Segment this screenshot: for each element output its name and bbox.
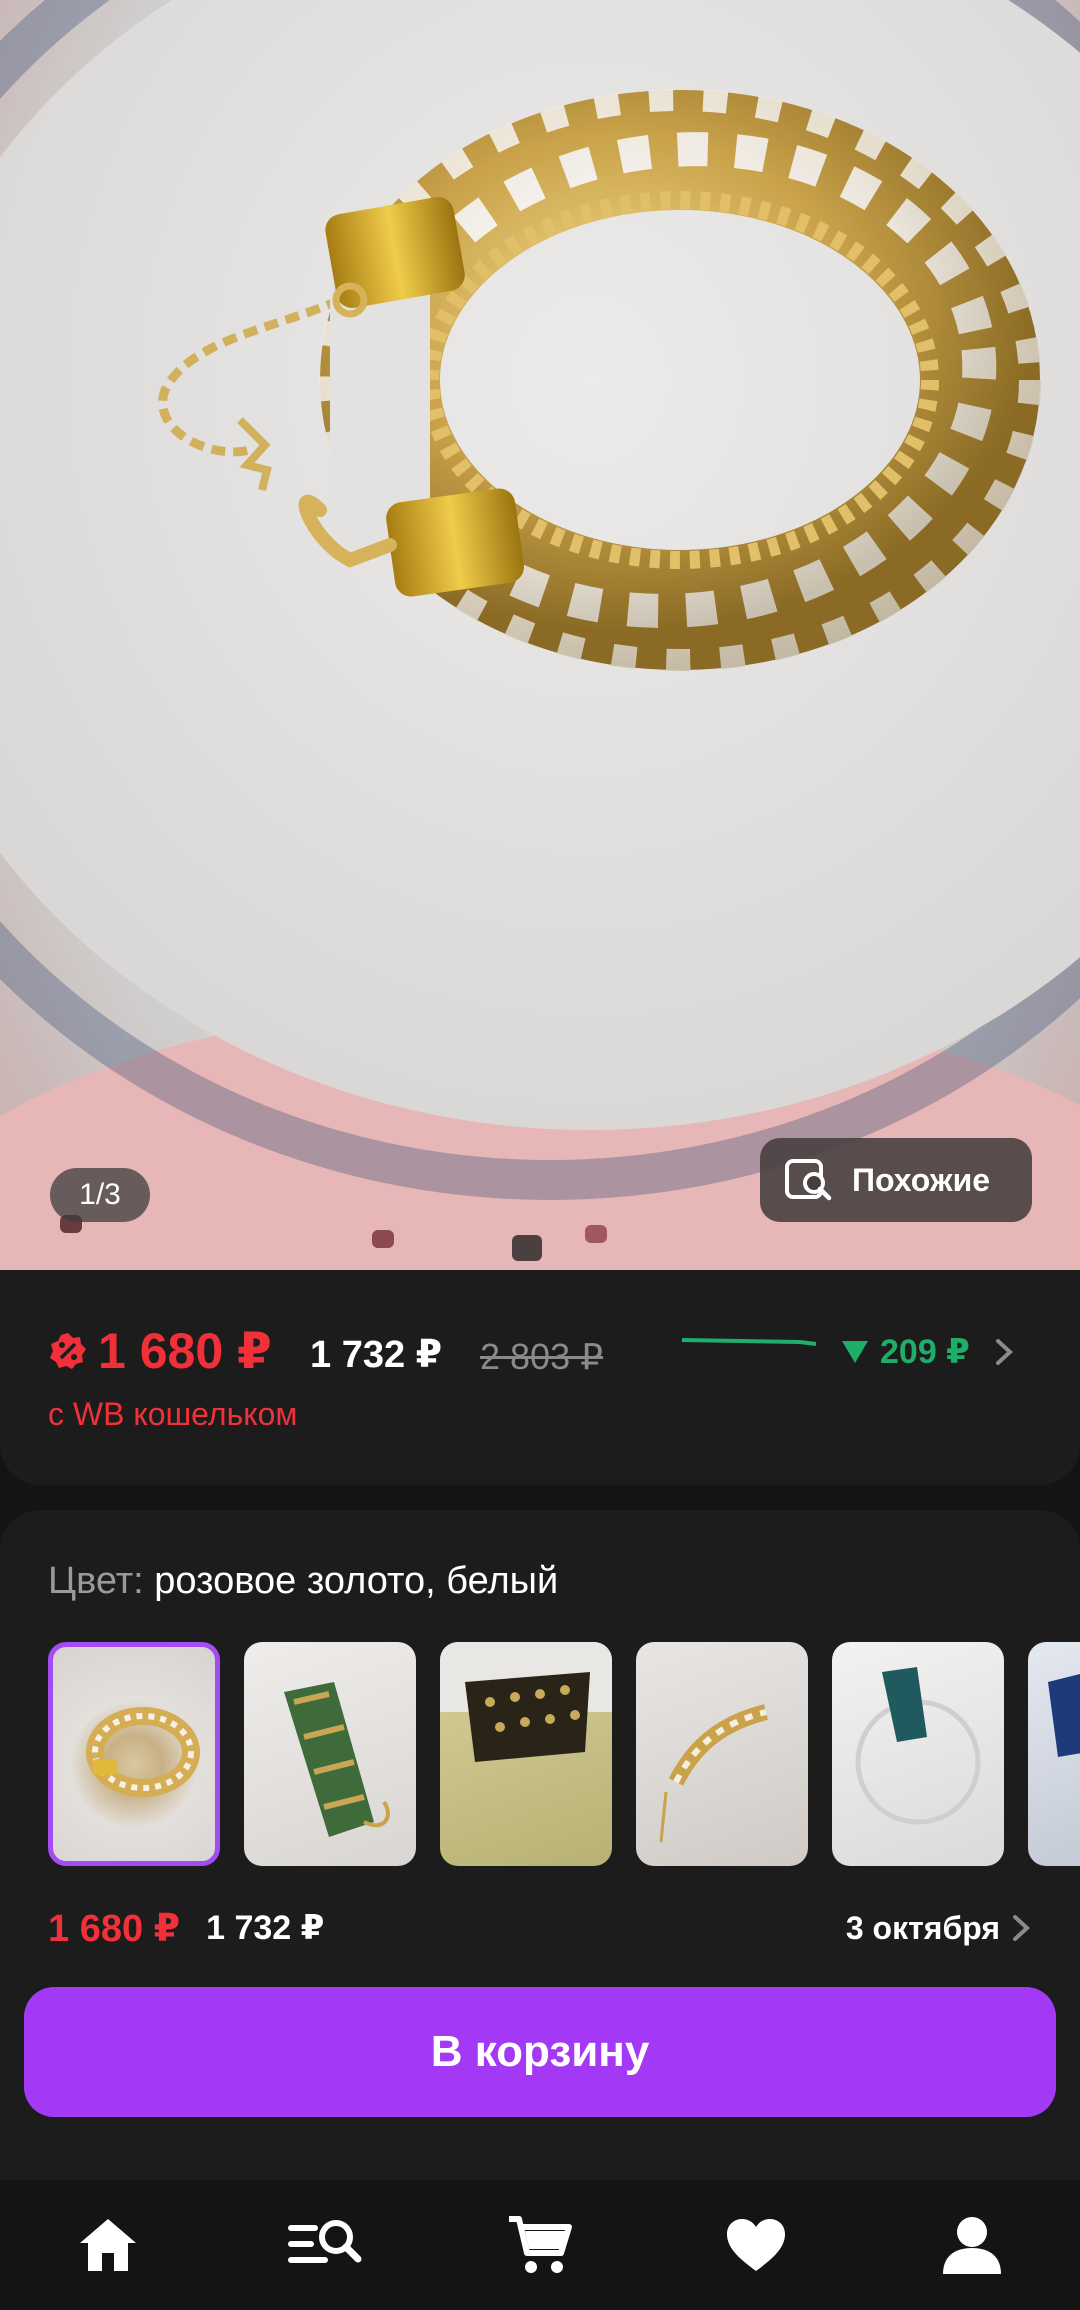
color-key: Цвет: bbox=[48, 1560, 144, 1602]
product-image-gallery[interactable]: 1/3 Похожие bbox=[0, 0, 1080, 1270]
variant-thumb-partial[interactable] bbox=[1028, 1642, 1080, 1866]
nav-cart[interactable] bbox=[480, 2195, 600, 2295]
add-to-cart-button[interactable]: В корзину bbox=[24, 1987, 1056, 2117]
variant-thumb[interactable] bbox=[244, 1642, 416, 1866]
nav-home[interactable] bbox=[48, 2195, 168, 2295]
color-line: Цвет: розовое золото, белый bbox=[48, 1560, 558, 1603]
price-card[interactable]: 1 680 ₽ 1 732 ₽ 2 803 ₽ с WB кошельком 2… bbox=[0, 1270, 1080, 1485]
delivery-date: 3 октября bbox=[845, 1909, 1000, 1946]
home-icon bbox=[80, 2219, 136, 2271]
bracelet-thumb bbox=[659, 1704, 769, 1843]
similar-button[interactable]: Похожие bbox=[760, 1138, 1032, 1222]
bracelet-thumb bbox=[86, 1707, 200, 1797]
wallet-label: с WB кошельком bbox=[48, 1396, 298, 1432]
wallet-price: 1 680 ₽ bbox=[48, 1322, 272, 1380]
wallet-price-value: 1 680 ₽ bbox=[98, 1323, 272, 1379]
price-drop[interactable]: 209 ₽ bbox=[840, 1332, 1016, 1372]
visual-search-icon bbox=[785, 1159, 832, 1201]
nav-catalog[interactable] bbox=[264, 2195, 384, 2295]
favorites-heart-icon bbox=[727, 2219, 785, 2271]
product-screen: 1/3 Похожие 1 680 ₽ 1 732 ₽ 2 803 ₽ с WB… bbox=[0, 0, 1080, 2310]
bracelet-photo bbox=[158, 89, 1041, 671]
discount-badge-icon bbox=[50, 1333, 86, 1369]
variant-thumbnails bbox=[48, 1642, 1080, 1866]
chevron-right-icon bbox=[1013, 1915, 1030, 1941]
nav-profile[interactable] bbox=[912, 2195, 1032, 2295]
delivery-date-link[interactable]: 3 октября bbox=[846, 1910, 1032, 1947]
price-history-sparkline bbox=[681, 1338, 817, 1346]
image-counter-text: 1/3 bbox=[79, 1178, 121, 1211]
price-drop-value: 209 ₽ bbox=[880, 1333, 970, 1371]
variant-regular-price: 1 732 ₽ bbox=[206, 1909, 325, 1947]
bracelet-thumb bbox=[1048, 1674, 1080, 1757]
variant-wallet-price: 1 680 ₽ bbox=[48, 1907, 181, 1950]
add-to-cart-label: В корзину bbox=[430, 2027, 650, 2076]
similar-label: Похожие bbox=[852, 1161, 991, 1198]
bottom-navigation bbox=[0, 2180, 1080, 2310]
variant-price-row: 1 680 ₽ 1 732 ₽ 3 октября bbox=[48, 1903, 1032, 1953]
down-triangle-icon bbox=[842, 1341, 868, 1363]
variant-thumb[interactable] bbox=[832, 1642, 1004, 1866]
nav-favorites[interactable] bbox=[696, 2195, 816, 2295]
bracelet-thumb bbox=[440, 1642, 612, 1762]
variant-thumb[interactable] bbox=[440, 1642, 612, 1866]
bracelet-thumb bbox=[284, 1682, 390, 1837]
profile-icon bbox=[943, 2217, 1001, 2274]
old-price: 2 803 ₽ bbox=[480, 1336, 603, 1377]
chevron-right-icon bbox=[995, 1339, 1013, 1365]
regular-price: 1 732 ₽ bbox=[310, 1334, 443, 1376]
variant-thumb[interactable] bbox=[636, 1642, 808, 1866]
catalog-search-icon bbox=[288, 2220, 362, 2263]
variant-thumb-selected[interactable] bbox=[48, 1642, 220, 1866]
color-value: розовое золото, белый bbox=[154, 1560, 559, 1602]
bracelet-thumb bbox=[855, 1667, 981, 1825]
image-counter: 1/3 bbox=[50, 1168, 150, 1222]
cart-icon bbox=[509, 2216, 572, 2273]
